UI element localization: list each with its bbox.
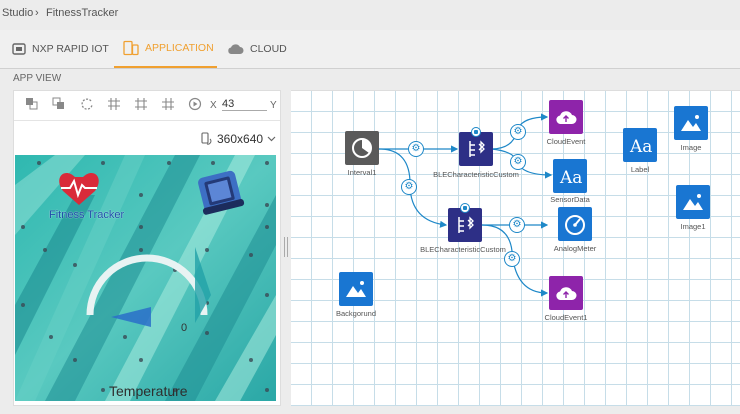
x-input[interactable] xyxy=(222,98,267,111)
node-label-image: Image xyxy=(680,143,702,152)
port-badge[interactable] xyxy=(460,203,470,213)
node-label-ble-2: BLECharacteristicCustom xyxy=(420,245,506,254)
toolbar-divider xyxy=(14,120,280,121)
panel-splitter[interactable] xyxy=(283,235,289,259)
x-label: X xyxy=(210,100,217,111)
text-label-icon: Aa xyxy=(629,137,652,155)
image-icon xyxy=(346,281,366,297)
cloud-icon xyxy=(228,44,244,54)
grid-align-right-icon[interactable] xyxy=(161,97,175,111)
send-back-icon[interactable] xyxy=(52,97,66,111)
connection-gear-icon[interactable]: ⚙ xyxy=(509,217,525,233)
y-label: Y xyxy=(270,100,277,111)
chevron-down-icon xyxy=(267,136,276,142)
node-ble-2[interactable] xyxy=(448,208,482,242)
svg-text:Aa: Aa xyxy=(629,137,652,155)
resolution-select[interactable]: 360x640 xyxy=(201,132,276,146)
node-label-sensor-data: SensorData xyxy=(550,195,590,204)
connection-gear-icon[interactable]: ⚙ xyxy=(408,141,424,157)
node-cloud-event-1[interactable] xyxy=(549,276,583,310)
chip-icon xyxy=(12,43,26,55)
node-label-label: Label xyxy=(630,165,650,174)
gauge-icon xyxy=(565,215,585,235)
tab-nxp-rapid-iot[interactable]: NXP RAPID IOT xyxy=(12,30,109,68)
connection-gear-icon[interactable]: ⚙ xyxy=(504,251,520,267)
connection-gear-icon[interactable]: ⚙ xyxy=(510,154,526,170)
image-icon xyxy=(683,194,703,210)
device-preview[interactable]: Fitness Tracker 0 Temperature xyxy=(15,155,276,401)
node-background[interactable] xyxy=(339,272,373,306)
phone-rotate-icon xyxy=(201,132,212,145)
text-label-icon: Aa xyxy=(559,168,582,186)
node-image[interactable] xyxy=(674,106,708,140)
tab-label: APPLICATION xyxy=(145,42,214,54)
node-label-ble-1: BLECharacteristicCustom xyxy=(433,170,519,179)
grid-align-left-icon[interactable] xyxy=(107,97,121,111)
logic-canvas[interactable]: Interval1 BLECharacteristicCustom BLECha… xyxy=(291,90,740,406)
bluetooth-tree-icon xyxy=(469,140,485,157)
node-interval[interactable] xyxy=(345,131,379,165)
node-label-analog-meter: AnalogMeter xyxy=(553,244,597,253)
logo-text: Fitness Tracker xyxy=(49,209,125,221)
port-badge[interactable] xyxy=(471,127,481,137)
breadcrumb-project: FitnessTracker xyxy=(46,7,119,19)
node-analog-meter[interactable] xyxy=(558,207,592,241)
tab-label: NXP RAPID IOT xyxy=(32,43,109,55)
timer-icon xyxy=(352,138,372,158)
node-label-cloud-event: CloudEvent xyxy=(546,137,586,146)
breadcrumb-studio[interactable]: Studio xyxy=(2,7,33,19)
rotate-icon[interactable] xyxy=(80,97,94,111)
node-label-background: Backgorund xyxy=(335,309,377,318)
bring-front-icon[interactable] xyxy=(25,97,39,111)
bluetooth-tree-icon xyxy=(458,216,474,233)
tab-label: CLOUD xyxy=(250,43,287,55)
resolution-value: 360x640 xyxy=(217,132,264,146)
play-icon[interactable] xyxy=(188,97,202,111)
image-icon xyxy=(681,115,701,131)
tab-cloud[interactable]: CLOUD xyxy=(227,30,287,68)
preview-background xyxy=(15,155,276,401)
connection-gear-icon[interactable]: ⚙ xyxy=(401,179,417,195)
connection-gear-icon[interactable]: ⚙ xyxy=(510,124,526,140)
temperature-label: Temperature xyxy=(109,383,188,399)
node-label-interval: Interval1 xyxy=(347,168,377,177)
breadcrumb: Studio › FitnessTracker xyxy=(0,0,740,26)
node-sensor-data[interactable]: Aa xyxy=(553,159,587,193)
node-ble-1[interactable] xyxy=(459,132,493,166)
gauge-value: 0 xyxy=(181,322,188,334)
app-view-panel: X Y 360x640 xyxy=(13,90,281,406)
tab-application[interactable]: APPLICATION xyxy=(114,30,217,68)
node-label-cloud-event-1: CloudEvent1 xyxy=(544,313,588,322)
breadcrumb-separator: › xyxy=(35,7,39,19)
node-cloud-event[interactable] xyxy=(549,100,583,134)
node-label[interactable]: Aa xyxy=(623,128,657,162)
grid-icon[interactable] xyxy=(134,97,148,111)
devices-icon xyxy=(123,40,139,56)
svg-text:Aa: Aa xyxy=(559,168,582,186)
cloud-upload-icon xyxy=(556,287,577,300)
node-image-1[interactable] xyxy=(676,185,710,219)
cloud-upload-icon xyxy=(556,111,577,124)
top-tabs: NXP RAPID IOT APPLICATION CLOUD xyxy=(0,30,740,69)
app-view-title: APP VIEW xyxy=(13,73,62,84)
node-label-image-1: Image1 xyxy=(680,222,706,231)
